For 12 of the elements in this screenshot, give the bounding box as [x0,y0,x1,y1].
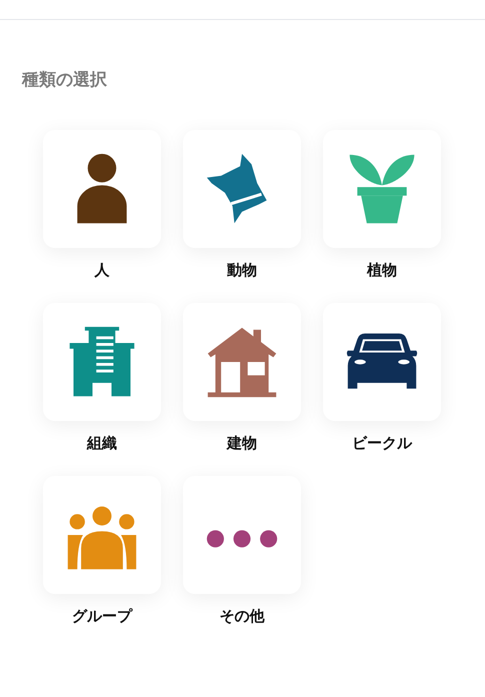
section-heading: 種類の選択 [22,69,107,92]
category-label: グループ [72,606,132,626]
category-label: 植物 [367,260,397,280]
category-label: 組織 [87,432,117,454]
category-label: ビークル [352,432,412,454]
category-card[interactable] [43,130,161,248]
category-label: その他 [220,606,264,626]
category-card[interactable] [323,302,441,420]
category-label: 動物 [227,260,257,280]
category-card[interactable] [183,476,301,594]
category-label: 人 [94,260,110,280]
category-label: 建物 [227,432,257,454]
